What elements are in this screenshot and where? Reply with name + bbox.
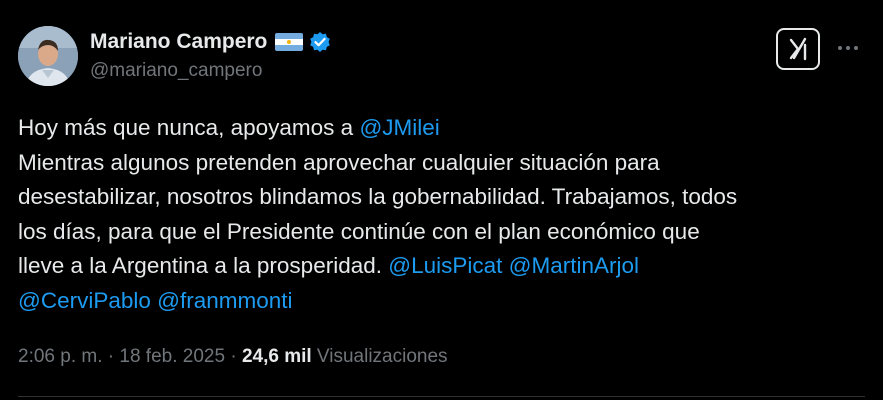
mention-link[interactable]: @MartinArjol <box>509 253 639 278</box>
tweet-text: Hoy más que nunca, apoyamos a @JMilei Mi… <box>18 111 868 318</box>
meta-separator: · <box>102 346 120 367</box>
tweet-meta: 2:06 p. m. · 18 feb. 2025 · 24,6 mil Vis… <box>18 346 448 368</box>
tweet-line-6: @CerviPablo @franmmonti <box>18 284 868 319</box>
views-count: 24,6 mil <box>241 346 312 367</box>
tweet-time[interactable]: 2:06 p. m. <box>18 346 103 367</box>
argentina-flag-icon <box>275 33 304 51</box>
tweet-line-4: los días, para que el Presidente continú… <box>18 218 700 244</box>
meta-separator: · <box>225 346 242 367</box>
tweet-line-5: lleve a la Argentina a la prosperidad. @… <box>18 249 868 284</box>
more-dot <box>854 46 858 50</box>
more-dot <box>838 46 842 50</box>
author-display-name[interactable]: Mariano Campero <box>90 30 267 54</box>
author-handle[interactable]: @mariano_campero <box>90 60 262 82</box>
tweet-line-3: desestabilizar, nosotros blindamos la go… <box>18 184 738 209</box>
tweet-text-segment: Hoy más que nunca, apoyamos a <box>18 115 360 140</box>
tweet-line-1: Hoy más que nunca, apoyamos a @JMilei <box>18 111 868 146</box>
mention-link[interactable]: @LuisPicat <box>388 253 502 278</box>
more-options-button[interactable] <box>834 36 862 60</box>
tweet-text-segment: lleve a la Argentina a la prosperidad. <box>18 253 389 278</box>
mention-link[interactable]: @JMilei <box>359 115 439 140</box>
views-label: Visualizaciones <box>311 346 448 367</box>
more-dot <box>846 46 850 50</box>
grok-button[interactable] <box>776 28 820 70</box>
mention-link[interactable]: @franmmonti <box>157 288 292 313</box>
tweet-line-2: Mientras algunos pretenden aprovechar cu… <box>18 149 660 175</box>
grok-icon <box>789 37 807 61</box>
divider <box>18 396 865 397</box>
tweet-date[interactable]: 18 feb. 2025 <box>119 346 225 367</box>
mention-link[interactable]: @CerviPablo <box>18 288 151 313</box>
verified-badge-icon[interactable] <box>309 31 331 53</box>
avatar[interactable] <box>18 26 78 86</box>
author-name-row: Mariano Campero <box>90 28 331 56</box>
